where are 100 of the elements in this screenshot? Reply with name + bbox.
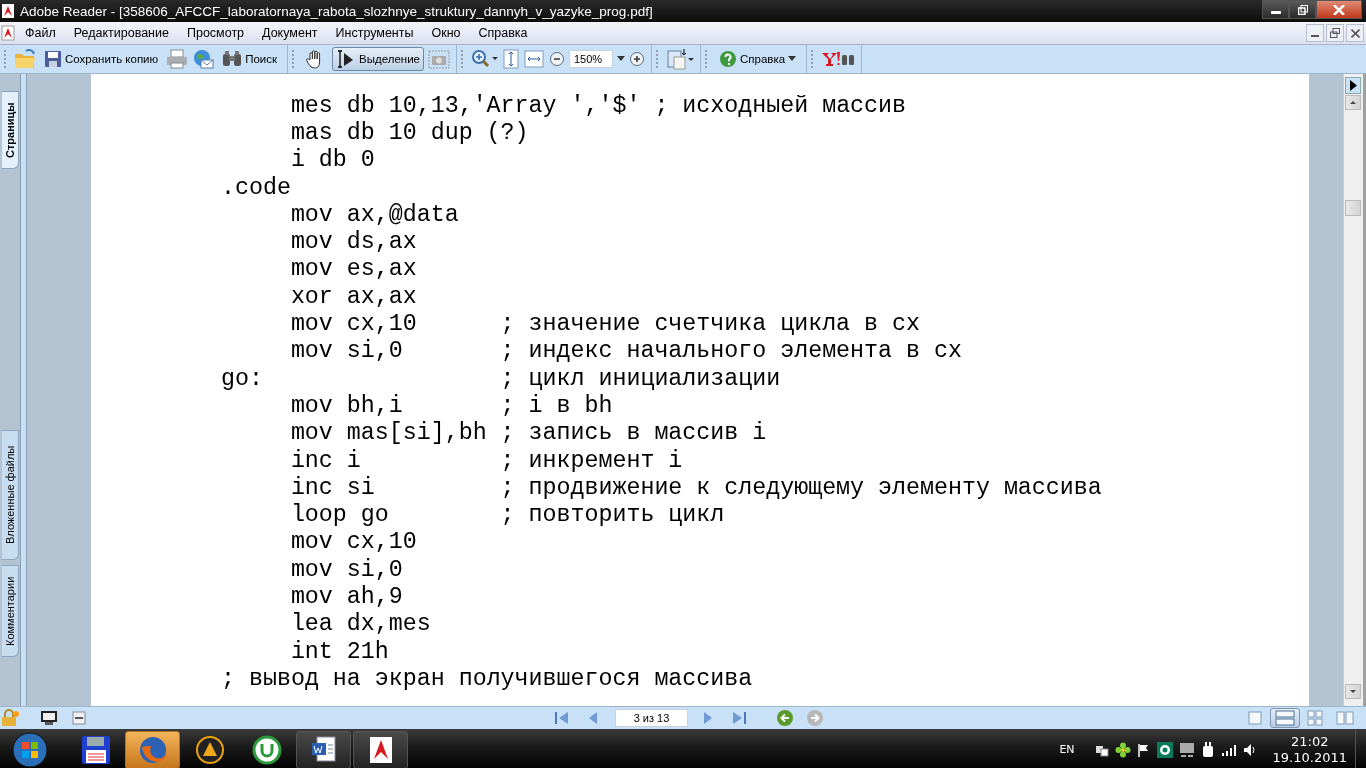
- close-icon[interactable]: [1350, 28, 1360, 38]
- code-line: mov ax,@data: [290, 201, 459, 228]
- minimize-button[interactable]: [1262, 0, 1289, 19]
- menu-item[interactable]: Окно: [422, 26, 470, 40]
- continuous-page-icon: [1275, 710, 1295, 726]
- clock-time[interactable]: 21:02: [1291, 733, 1329, 750]
- code-line: mov bh,i: [290, 392, 403, 419]
- page-arrow-icon[interactable]: [666, 48, 694, 70]
- code-line: mov si,0: [290, 556, 403, 583]
- search-button[interactable]: Поиск: [218, 47, 282, 71]
- page-number-field[interactable]: 3 из 13: [615, 709, 688, 727]
- two-pages-icon: [1336, 711, 1354, 725]
- select-tool-button[interactable]: Выделение: [332, 47, 424, 71]
- code-line: mas db 10 dup (?): [290, 119, 529, 146]
- power-plug-icon[interactable]: [1200, 741, 1215, 758]
- back-icon[interactable]: [776, 709, 794, 727]
- network-monitor-icon[interactable]: [1178, 741, 1195, 758]
- restore-icon[interactable]: [1330, 28, 1340, 38]
- floppy-icon: [80, 734, 111, 765]
- panel-tab[interactable]: Комментарии: [2, 565, 19, 657]
- ring-icon[interactable]: [1156, 741, 1173, 758]
- menu-item[interactable]: Инструменты: [326, 26, 423, 40]
- folder-icon[interactable]: [14, 49, 36, 69]
- grid-pages-icon: [1307, 710, 1323, 726]
- flag-icon[interactable]: [1136, 742, 1151, 757]
- single-page-icon: [1248, 711, 1262, 725]
- code-line: inc si: [290, 474, 375, 501]
- taskbar-button[interactable]: [353, 730, 408, 768]
- clock-date[interactable]: 19.10.2011: [1272, 749, 1347, 766]
- flower-icon[interactable]: [1114, 741, 1131, 758]
- pdf-icon: [0, 25, 16, 41]
- code-line: mov cx,10: [290, 529, 417, 556]
- help-icon: [719, 50, 737, 68]
- scroll-thumb[interactable]: [1345, 200, 1361, 216]
- panel-tab[interactable]: Страницы: [2, 91, 19, 169]
- code-comment: ; значение счетчика цикла в cx: [500, 311, 920, 337]
- restore-button[interactable]: [1289, 0, 1316, 19]
- close-button[interactable]: [1316, 0, 1362, 19]
- code-comment: ; индекс начального элемента в cx: [500, 338, 962, 365]
- zoom-field[interactable]: 150%: [569, 50, 613, 68]
- menu-item[interactable]: Справка: [469, 26, 537, 40]
- close-button[interactable]: [1346, 24, 1364, 42]
- code-comment: ; продвижение к следующему элементу массива: [500, 474, 1102, 501]
- language-indicator[interactable]: EN: [1059, 743, 1075, 756]
- globe-mail-icon[interactable]: [192, 49, 215, 69]
- restore-icon[interactable]: [1297, 4, 1308, 15]
- code-line: mov si,0: [290, 338, 403, 365]
- code-line: .code: [221, 174, 291, 201]
- code-line: i db 0: [290, 147, 375, 174]
- zoom-in-icon[interactable]: [471, 49, 499, 69]
- torrent-icon: [251, 734, 282, 765]
- zoom-in-icon[interactable]: [629, 51, 645, 67]
- code-line: mes db 10,13,'Array ','$' ; исходныей массив: [290, 92, 907, 119]
- code-line: go:: [221, 365, 263, 392]
- menu-item[interactable]: Файл: [16, 26, 65, 40]
- code-line: mov es,ax: [290, 256, 417, 283]
- dropdown-caret-icon[interactable]: [617, 56, 625, 62]
- code-comment: ; цикл инициализации: [500, 365, 781, 392]
- lock-icon: [0, 709, 20, 727]
- code-line: mov ds,ax: [290, 229, 417, 256]
- logo-binoculars-icon[interactable]: [821, 51, 856, 67]
- monitor-icon[interactable]: [40, 710, 58, 726]
- floppy-icon: [44, 50, 62, 68]
- panel-tab[interactable]: Вложенные файлы: [2, 430, 19, 560]
- scrollbar[interactable]: [1343, 74, 1363, 706]
- help-button[interactable]: Справка: [715, 47, 801, 71]
- code-line: ; вывод на экран получившегося массива: [221, 665, 753, 692]
- taskbar-button[interactable]: [296, 730, 351, 768]
- menu-item[interactable]: Просмотр: [177, 26, 254, 40]
- code-line: lea dx,mes: [290, 611, 431, 638]
- menu-item[interactable]: Редактирование: [64, 26, 178, 40]
- fit-height-icon[interactable]: [503, 49, 519, 69]
- triangle-disc-icon: [194, 734, 225, 765]
- code-comment: ; запись в массив i: [500, 420, 767, 447]
- first-page-icon[interactable]: [553, 710, 571, 726]
- taskbar-button[interactable]: [125, 730, 180, 768]
- signal-icon[interactable]: [1220, 742, 1237, 757]
- view-mode-button[interactable]: [1270, 708, 1300, 728]
- code-line: mov ah,9: [290, 584, 403, 610]
- save-copy-button[interactable]: Сохранить копию: [40, 47, 163, 71]
- panel-icon[interactable]: [72, 711, 86, 725]
- last-page-icon[interactable]: [730, 710, 748, 726]
- window-title: Adobe Reader - [358606_AFCCF_laboratornaya_rabota_slozhnye_struktury_dannyh_v_yazyke_prog.pdf]: [20, 3, 653, 19]
- menu-item[interactable]: Документ: [253, 26, 327, 40]
- start-orb-icon[interactable]: [10, 730, 50, 768]
- speaker-icon[interactable]: [1242, 742, 1257, 757]
- code-line: inc i: [290, 447, 361, 474]
- code-line: mov mas[si],bh: [290, 420, 487, 447]
- binoculars-icon: [222, 50, 243, 68]
- zoom-out-icon[interactable]: [549, 51, 565, 67]
- pdf-icon: [0, 3, 16, 19]
- code-line: xor ax,ax: [290, 283, 417, 310]
- code-comment: ; инкремент i: [500, 447, 683, 474]
- code-line: mov cx,10: [290, 311, 417, 337]
- code-comment: ; i в bh: [500, 392, 613, 419]
- printer-icon[interactable]: [166, 49, 189, 69]
- code-comment: ; повторить цикл: [500, 502, 725, 529]
- code-line: loop go: [290, 502, 389, 529]
- minimize-button[interactable]: [1306, 24, 1324, 42]
- restore-button[interactable]: [1326, 24, 1344, 42]
